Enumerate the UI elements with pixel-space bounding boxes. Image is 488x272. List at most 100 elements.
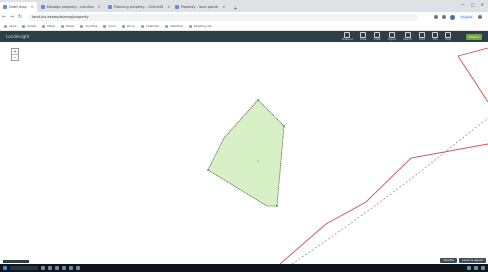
bookmark-favicon-icon — [4, 24, 7, 28]
tab-favicon-icon — [40, 5, 45, 9]
zoom-control: + − — [11, 48, 19, 61]
layers-icon — [388, 31, 395, 38]
bookmark-favicon-icon — [22, 24, 26, 28]
app-logo: LandInsight — [6, 34, 30, 39]
measure-tool[interactable]: Measure — [342, 31, 353, 41]
road-dashed-line — [291, 117, 488, 264]
bookmark-item[interactable]: News — [61, 24, 74, 28]
app-icon[interactable] — [69, 266, 73, 270]
site-boundary-line — [279, 143, 488, 264]
start-icon[interactable] — [3, 266, 7, 270]
avatar[interactable] — [450, 14, 456, 20]
bookmark-favicon-icon — [121, 24, 125, 28]
tab-favicon-icon — [3, 5, 7, 9]
browser-tab[interactable]: Planning property - OnlineSt ✕ — [105, 2, 171, 12]
app-icon[interactable] — [62, 266, 66, 270]
tab-close-icon[interactable]: ✕ — [98, 5, 101, 9]
bookmark-favicon-icon — [188, 24, 192, 28]
export-button[interactable]: Export — [466, 33, 482, 40]
bookmark-item[interactable]: Weather — [165, 24, 183, 28]
tab-label: Manage property - LandIns — [46, 5, 94, 9]
bookmark-item[interactable]: Calendar — [140, 24, 159, 28]
parcel-vertex[interactable] — [257, 99, 259, 101]
tab-favicon-icon — [107, 5, 112, 9]
zoom-out-button[interactable]: − — [12, 54, 18, 60]
star-icon[interactable] — [442, 15, 447, 19]
profile-chip[interactable]: Paused — [459, 15, 474, 19]
minimize-button[interactable]: — — [461, 2, 465, 7]
app-icon[interactable] — [55, 266, 59, 270]
bookmark-item[interactable]: Gmail — [22, 24, 36, 28]
property-parcel[interactable] — [207, 99, 285, 207]
os-taskbar — [0, 264, 488, 272]
tab-label: Property - land parcel — [180, 5, 219, 9]
parcel-centroid — [257, 160, 259, 162]
label-tool[interactable]: Label — [374, 31, 381, 41]
tab-label: Draft map — [9, 5, 27, 9]
bookmark-favicon-icon — [80, 24, 84, 28]
app-toolbar: LandInsight Measure Draw Label Layers Se… — [0, 31, 488, 42]
browser-tab-active[interactable]: Draft map ✕ — [0, 2, 37, 12]
help-tool[interactable]: Help — [445, 31, 452, 41]
pencil-icon — [360, 31, 367, 38]
draw-tool[interactable]: Draw — [360, 31, 367, 41]
forward-icon[interactable]: → — [8, 14, 16, 20]
url-input[interactable]: land-ins.example/map/property — [28, 13, 418, 21]
bookmark-favicon-icon — [103, 24, 107, 28]
print-tool[interactable]: Print — [419, 31, 426, 41]
browser-actions: Paused — [434, 14, 488, 20]
wifi-icon[interactable] — [467, 266, 471, 270]
printer-icon — [419, 31, 426, 38]
bookmark-favicon-icon — [140, 24, 144, 28]
search-icon — [404, 31, 411, 38]
maximize-button[interactable]: □ — [471, 2, 475, 7]
parcel-vertex[interactable] — [207, 169, 209, 171]
bookmark-item[interactable]: YouTube — [80, 24, 97, 28]
tab-close-icon[interactable]: ✕ — [222, 5, 225, 9]
browser-tab[interactable]: Manage property - LandIns ✕ — [38, 2, 104, 12]
tag-icon — [374, 31, 381, 38]
window-controls: — □ ✕ — [461, 2, 484, 7]
map-drawing — [207, 47, 488, 264]
ruler-icon — [344, 31, 351, 38]
menu-icon[interactable] — [478, 15, 482, 19]
map-buttons: Satellite Layers & legend — [440, 258, 486, 263]
satellite-button[interactable]: Satellite — [440, 258, 457, 263]
browser-tab[interactable]: Property - land parcel ✕ — [172, 2, 229, 12]
extension-icon[interactable] — [434, 15, 439, 19]
bookmark-item[interactable]: Reading list — [188, 24, 211, 28]
address-bar-row: ← → ↻ land-ins.example/map/property Paus… — [0, 12, 488, 22]
layers-tool[interactable]: Layers — [388, 31, 396, 41]
back-icon[interactable]: ← — [0, 14, 8, 20]
volume-icon[interactable] — [474, 266, 478, 270]
tab-close-icon[interactable]: ✕ — [167, 5, 170, 9]
parcel-vertex[interactable] — [276, 205, 278, 207]
map-canvas[interactable]: + − Satellite Layers & legend — [0, 42, 488, 264]
info-icon — [432, 31, 439, 38]
taskbar-search-input[interactable] — [10, 266, 38, 270]
bookmark-item[interactable]: Docs — [103, 24, 116, 28]
bookmark-item[interactable]: Apps — [4, 24, 16, 28]
app-icon[interactable] — [41, 266, 45, 270]
site-boundary-line-upper — [457, 47, 488, 103]
bookmark-item[interactable]: Drive — [121, 24, 135, 28]
tab-label: Planning property - OnlineSt — [113, 5, 164, 9]
parcel-vertex[interactable] — [283, 125, 285, 127]
close-window-button[interactable]: ✕ — [481, 2, 484, 7]
layers-legend-button[interactable]: Layers & legend — [458, 258, 486, 263]
reload-icon[interactable]: ↻ — [16, 14, 24, 20]
tool-group: Measure Draw Label Layers Search Print I… — [342, 31, 482, 41]
bookmark-favicon-icon — [42, 24, 46, 28]
battery-icon[interactable] — [481, 266, 485, 270]
app-icon[interactable] — [76, 266, 80, 270]
search-tool[interactable]: Search — [403, 31, 412, 41]
scale-bar — [3, 260, 29, 263]
help-icon — [445, 31, 452, 38]
browser-tab-strip: Draft map ✕ Manage property - LandIns ✕ … — [0, 0, 488, 12]
info-tool[interactable]: Info — [432, 31, 439, 41]
tab-favicon-icon — [174, 5, 179, 9]
bookmark-item[interactable]: Maps — [42, 24, 55, 28]
tab-close-icon[interactable]: ✕ — [31, 5, 34, 9]
system-tray — [467, 266, 485, 270]
app-icon[interactable] — [48, 266, 52, 270]
